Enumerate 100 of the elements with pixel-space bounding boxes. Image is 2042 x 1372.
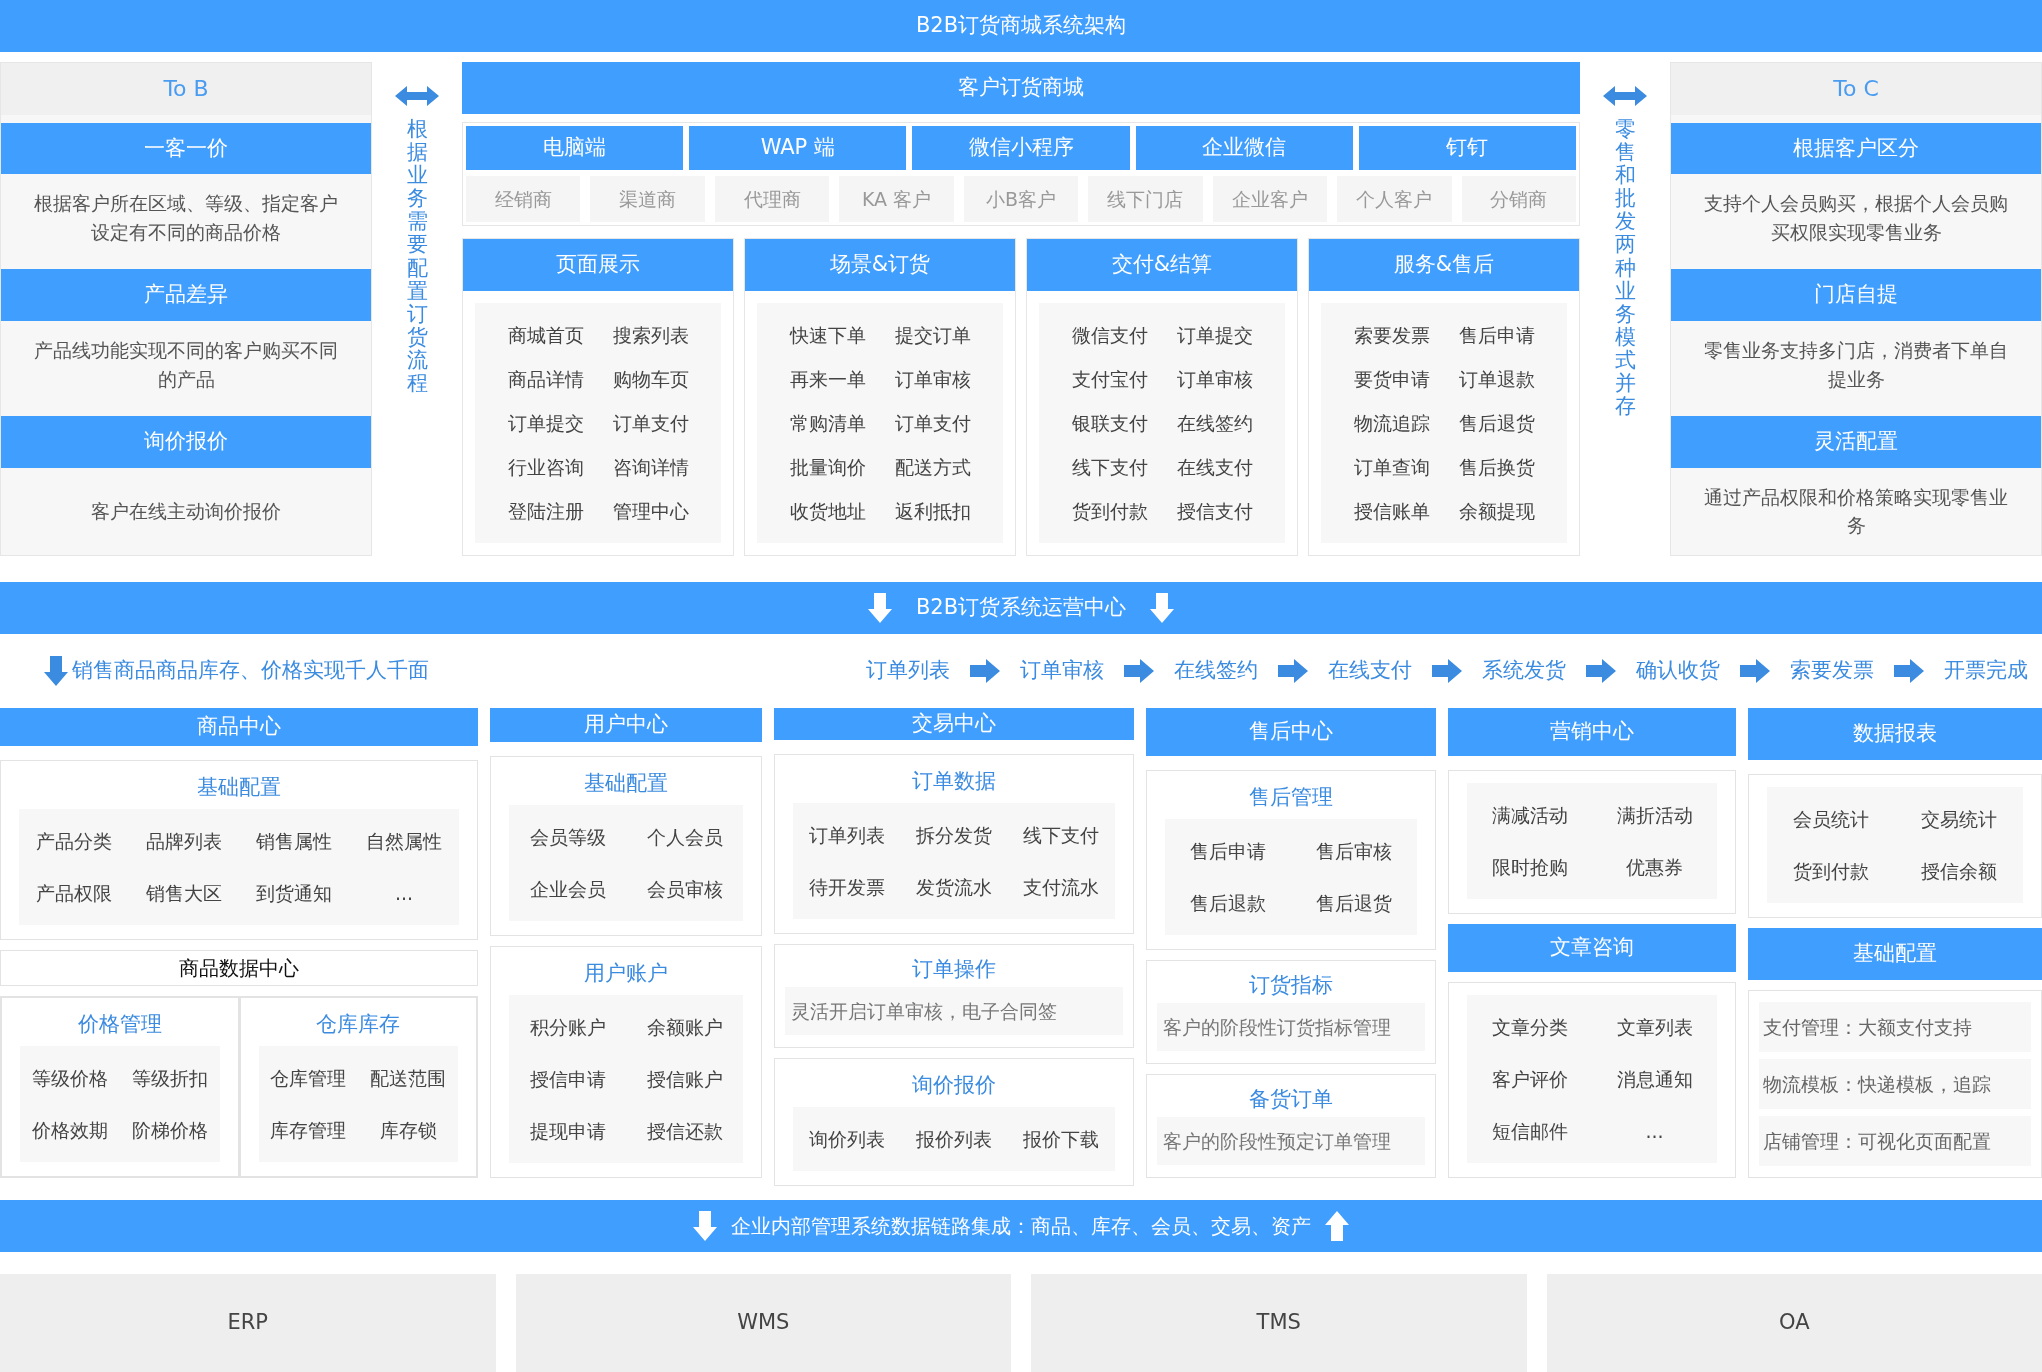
section-text: 客户在线主动询价报价 bbox=[90, 499, 282, 525]
flow-step: 订单审核 bbox=[1020, 655, 1104, 687]
block-item: ... bbox=[1644, 1119, 1665, 1144]
right-arrow-icon bbox=[1432, 659, 1462, 683]
flow-step: 系统发货 bbox=[1482, 655, 1566, 687]
block-item: 文章分类 bbox=[1490, 1015, 1569, 1040]
module-item: 订单提交 bbox=[506, 410, 585, 436]
block-item: 售后退款 bbox=[1189, 891, 1267, 916]
block-item: 等级价格 bbox=[30, 1066, 109, 1091]
section-header: 产品差异 bbox=[1, 269, 371, 321]
customer-type-chip: 企业客户 bbox=[1212, 176, 1328, 222]
block-item: 自然属性 bbox=[365, 829, 443, 855]
down-arrow-icon bbox=[1150, 593, 1175, 623]
block-item: 阶梯价格 bbox=[130, 1118, 209, 1143]
block-item: 售后退货 bbox=[1315, 891, 1393, 916]
section-header: 根据客户区分 bbox=[1671, 122, 2041, 175]
block-item: 产品分类 bbox=[35, 829, 113, 855]
list-item: 物流模板：快递模板，追踪 bbox=[1759, 1059, 2031, 1109]
center-header: 营销中心 bbox=[1448, 708, 1736, 756]
right-arrow-icon bbox=[1740, 659, 1770, 683]
section-header: 门店自提 bbox=[1671, 269, 2041, 321]
right-arrow-icon bbox=[1278, 659, 1308, 683]
module-item: 订单支付 bbox=[893, 410, 972, 436]
section-header: 询价报价 bbox=[1, 416, 371, 468]
down-arrow-icon bbox=[44, 656, 68, 686]
module-item: 咨询详情 bbox=[611, 454, 690, 480]
center-header: 数据报表 bbox=[1748, 708, 2042, 760]
flow-step: 索要发票 bbox=[1790, 655, 1874, 687]
module-item: 购物车页 bbox=[611, 366, 690, 392]
system-block: ERP bbox=[0, 1274, 496, 1372]
flow-step: 在线支付 bbox=[1328, 655, 1412, 687]
block-item: 到货通知 bbox=[255, 881, 333, 907]
module-item: 授信账单 bbox=[1352, 498, 1431, 524]
block-item: 短信邮件 bbox=[1490, 1119, 1569, 1144]
block-title: 售后管理 bbox=[1248, 784, 1334, 811]
section-header: 一客一价 bbox=[1, 122, 371, 175]
block-item: 销售大区 bbox=[145, 881, 223, 907]
module-item: 行业咨询 bbox=[506, 454, 585, 480]
integration-text: 企业内部管理系统数据链路集成：商品、库存、会员、交易、资产 bbox=[731, 1213, 1311, 1240]
block-label: 商品数据中心 bbox=[0, 950, 478, 986]
block-item: 询价列表 bbox=[807, 1126, 886, 1152]
center-header: 用户中心 bbox=[490, 708, 762, 742]
block-item: 提现申请 bbox=[528, 1119, 607, 1144]
panel-heading: To C bbox=[1671, 63, 2041, 115]
block-item: 库存管理 bbox=[269, 1118, 348, 1143]
module-item: 线下支付 bbox=[1070, 454, 1149, 480]
block-item: 会员统计 bbox=[1792, 807, 1870, 832]
list-item: 店铺管理：可视化页面配置 bbox=[1759, 1115, 2031, 1166]
block-item: 个人会员 bbox=[645, 825, 724, 850]
module-item: 订单退款 bbox=[1457, 366, 1536, 392]
module-item: 商品详情 bbox=[506, 366, 585, 392]
customer-type-chip: KA 客户 bbox=[839, 176, 954, 222]
flow-step: 开票完成 bbox=[1944, 655, 2028, 687]
block-item: 产品权限 bbox=[35, 881, 113, 907]
module-item: 提交订单 bbox=[893, 322, 972, 348]
flow-step: 订单列表 bbox=[866, 655, 950, 687]
module-item: 订单审核 bbox=[893, 366, 972, 392]
customer-type-chip: 经销商 bbox=[466, 176, 581, 222]
module-header: 页面展示 bbox=[463, 239, 733, 291]
right-arrow-icon bbox=[1894, 659, 1924, 683]
block-item: 发货流水 bbox=[915, 874, 993, 900]
block-item: 售后审核 bbox=[1315, 839, 1393, 864]
system-block: OA bbox=[1546, 1274, 2042, 1372]
inventory-note: 销售商品商品库存、价格实现千人千面 bbox=[72, 657, 429, 685]
module-item: 快速下单 bbox=[788, 322, 867, 348]
note-text: 客户的阶段性订货指标管理 bbox=[1157, 1003, 1425, 1051]
operations-title: B2B订货系统运营中心 bbox=[915, 594, 1127, 622]
block-item: ... bbox=[393, 881, 415, 907]
block-item: 报价列表 bbox=[915, 1126, 993, 1152]
module-item: 支付宝付 bbox=[1070, 366, 1149, 392]
block-item: 支付流水 bbox=[1022, 874, 1101, 900]
right-arrow-icon bbox=[970, 659, 1000, 683]
block-title: 订货指标 bbox=[1248, 972, 1334, 999]
section-header: 灵活配置 bbox=[1671, 416, 2041, 468]
block-item: 满减活动 bbox=[1490, 803, 1569, 828]
section-text: 零售业务支持多门店，消费者下单自提业务 bbox=[1703, 338, 2009, 392]
block-item: 待开发票 bbox=[807, 874, 886, 900]
customer-type-chip: 分销商 bbox=[1461, 176, 1576, 222]
module-header: 服务&售后 bbox=[1309, 239, 1579, 291]
module-item: 订单审核 bbox=[1175, 366, 1254, 392]
block-item: 拆分发货 bbox=[915, 822, 993, 848]
module-item: 配送方式 bbox=[893, 454, 972, 480]
block-item: 订单列表 bbox=[807, 822, 886, 848]
block-item: 库存锁 bbox=[378, 1118, 438, 1143]
module-item: 订单查询 bbox=[1352, 454, 1431, 480]
flow-step: 在线签约 bbox=[1174, 655, 1258, 687]
module-item: 银联支付 bbox=[1070, 410, 1149, 436]
block-title: 仓库库存 bbox=[315, 1011, 402, 1038]
customer-type-chip: 代理商 bbox=[714, 176, 830, 222]
center-header: 文章咨询 bbox=[1448, 924, 1736, 972]
block-item: 企业会员 bbox=[528, 877, 607, 902]
note-text: 灵活开启订单审核，电子合同签 bbox=[785, 986, 1123, 1035]
module-item: 商城首页 bbox=[506, 322, 585, 348]
block-item: 品牌列表 bbox=[145, 829, 223, 855]
module-item: 登陆注册 bbox=[506, 498, 585, 524]
block-item: 余额账户 bbox=[645, 1015, 724, 1040]
vertical-label: 根据业务需要配置订货流程 bbox=[406, 118, 428, 396]
block-item: 积分账户 bbox=[528, 1015, 607, 1040]
module-item: 在线签约 bbox=[1175, 410, 1254, 436]
block-item: 授信余额 bbox=[1920, 859, 1998, 884]
